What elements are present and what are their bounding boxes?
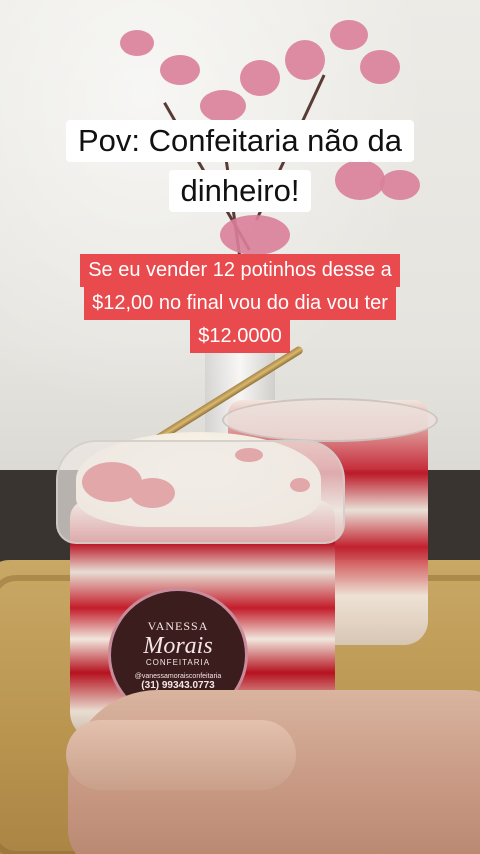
- thumb: [66, 720, 296, 790]
- blossom-flower: [360, 50, 400, 84]
- caption-subtitle-line: $12.0000: [190, 320, 290, 353]
- brand-sub-text: CONFEITARIA: [145, 658, 211, 667]
- photo-scene: VANESSA Morais CONFEITARIA @vanessamorai…: [0, 0, 480, 854]
- caption-title-line: Pov: Confeitaria não da: [66, 120, 414, 162]
- caption-sub-row-1: Se eu vender 12 potinhos desse a: [0, 254, 480, 287]
- caption-sub-row-2: $12,00 no final vou do dia vou ter: [0, 287, 480, 320]
- blossom-flower: [330, 20, 368, 50]
- brand-script-text: Morais: [143, 633, 213, 659]
- caption-title-row-2: dinheiro!: [0, 170, 480, 212]
- blossom-flower: [120, 30, 154, 56]
- caption-title-row-1: Pov: Confeitaria não da: [0, 120, 480, 162]
- blossom-flower: [160, 55, 200, 85]
- dessert-cup-back-lid: [222, 398, 438, 442]
- caption-subtitle-line: Se eu vender 12 potinhos desse a: [80, 254, 400, 287]
- blossom-flower: [220, 215, 290, 255]
- dessert-cup-front-lid: [56, 440, 345, 544]
- brand-top-text: VANESSA: [147, 619, 209, 633]
- caption-title-line: dinheiro!: [168, 170, 312, 212]
- brand-handle: @vanessamoraisconfeitaria: [134, 673, 222, 680]
- blossom-flower: [200, 90, 246, 122]
- blossom-flower: [240, 60, 280, 96]
- caption-subtitle-line: $12,00 no final vou do dia vou ter: [84, 287, 396, 320]
- blossom-flower: [285, 40, 325, 80]
- caption-sub-row-3: $12.0000: [0, 320, 480, 353]
